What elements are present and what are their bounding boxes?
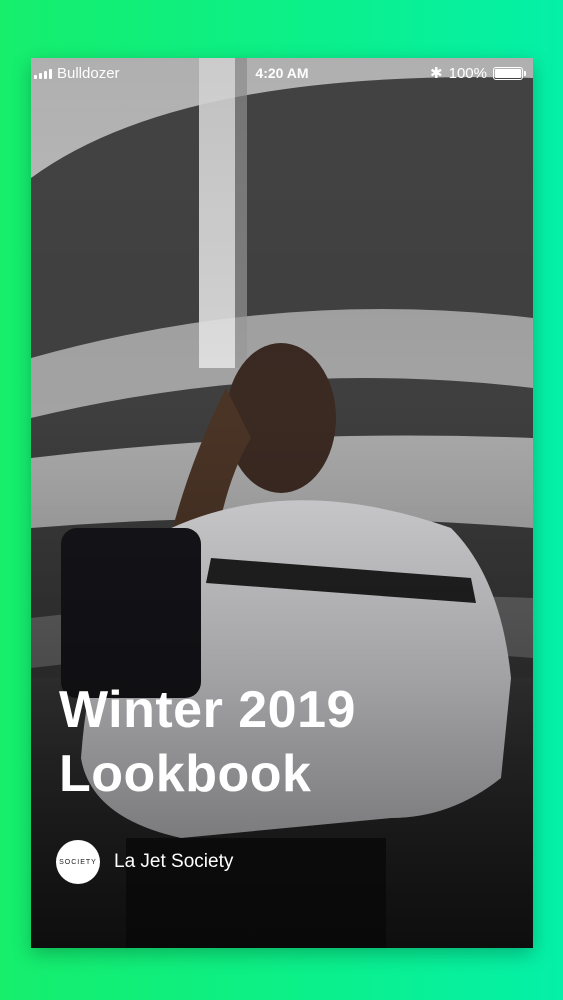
- bluetooth-icon: ✱: [430, 65, 443, 82]
- story-card[interactable]: Bulldozer 4:20 AM ✱ 100% Winter 2019 Loo…: [31, 58, 533, 948]
- status-time: 4:20 AM: [255, 65, 309, 81]
- story-title: Winter 2019 Lookbook: [59, 678, 499, 806]
- brand-logo[interactable]: SOCIETY: [56, 840, 100, 884]
- brand-profile[interactable]: SOCIETY La Jet Society: [56, 840, 233, 884]
- battery-icon: [493, 66, 526, 80]
- story-title-line-2: Lookbook: [59, 745, 312, 803]
- brand-logo-text: SOCIETY: [59, 858, 97, 866]
- photo-overlay: [31, 58, 533, 948]
- signal-icon: [34, 68, 52, 79]
- carrier-name: Bulldozer: [57, 64, 120, 82]
- battery-level: [495, 68, 521, 78]
- story-title-line-1: Winter 2019: [59, 681, 356, 739]
- brand-name[interactable]: La Jet Society: [114, 851, 233, 873]
- battery-percent: 100%: [448, 64, 487, 82]
- status-bar: Bulldozer 4:20 AM ✱ 100%: [31, 58, 533, 88]
